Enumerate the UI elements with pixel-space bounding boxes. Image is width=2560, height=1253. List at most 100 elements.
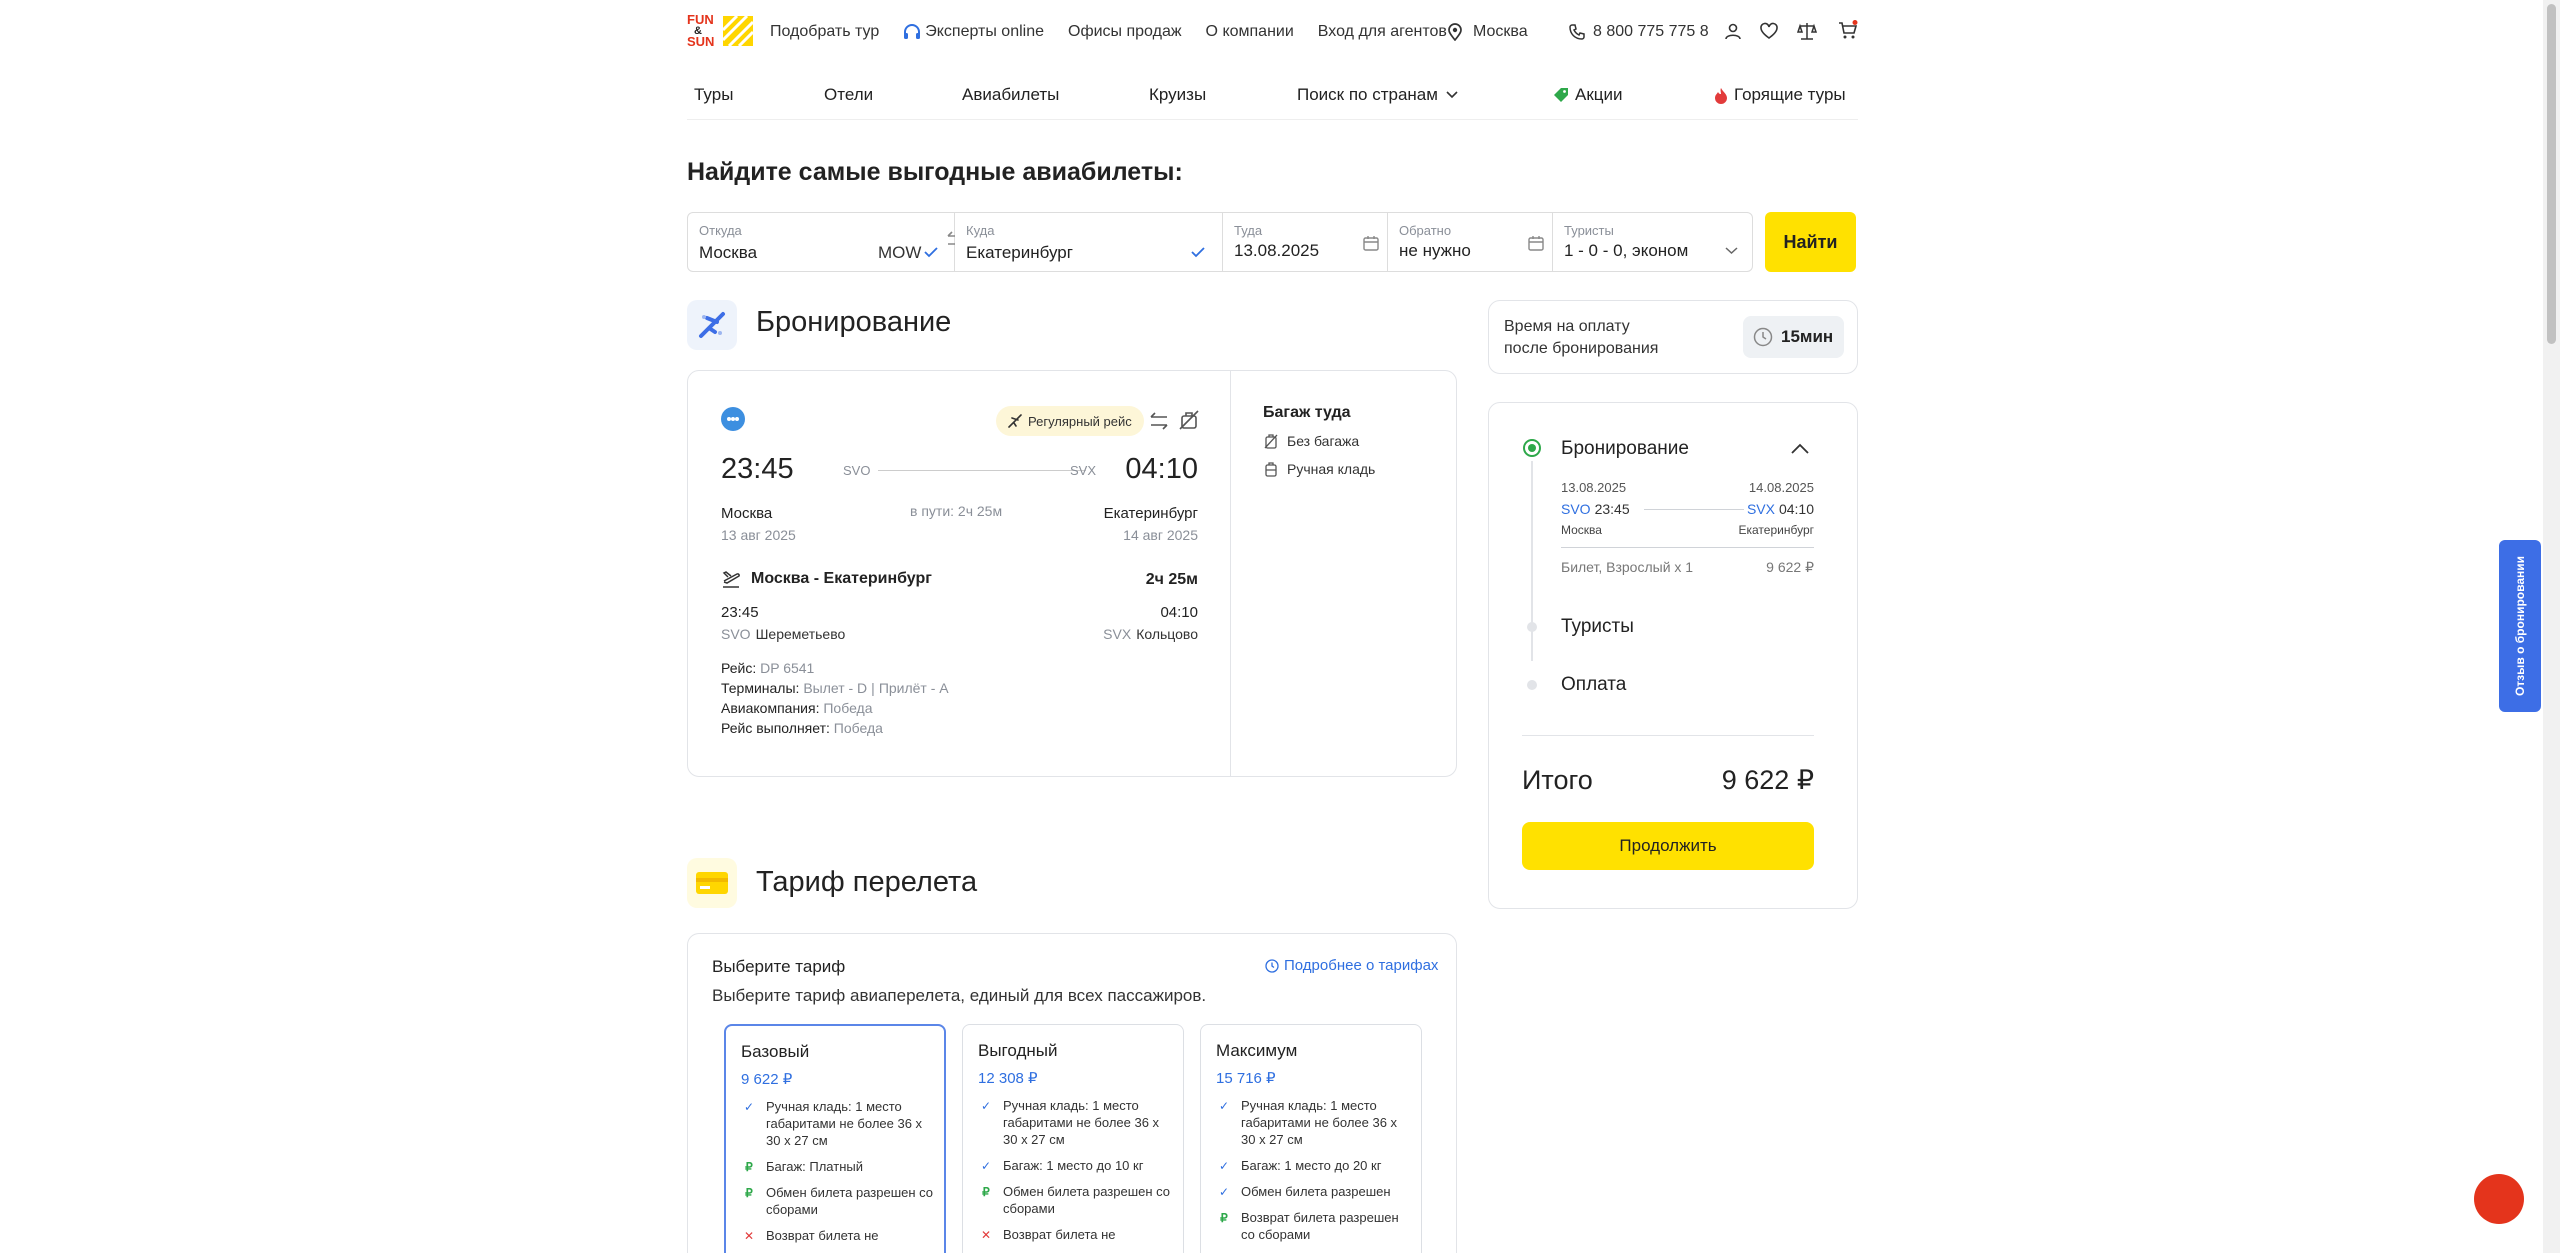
summary-arr-code: SVX xyxy=(1746,501,1775,517)
fare-name: Выгодный xyxy=(978,1041,1058,1060)
secnav-promo[interactable]: Акции xyxy=(1553,85,1623,105)
fare-card-maximum[interactable]: Максимум 15 716 ₽ ✓ Ручная кладь: 1 место… xyxy=(1200,1024,1422,1253)
fare-feature: ✕ Возврат билета не xyxy=(978,1226,1173,1243)
scrollbar-track[interactable] xyxy=(2543,0,2560,1253)
secnav-tours[interactable]: Туры xyxy=(694,85,733,105)
from-value: Москва xyxy=(699,243,758,262)
depart-date-field[interactable]: Туда 13.08.2025 xyxy=(1223,212,1388,272)
fare-name: Максимум xyxy=(1216,1041,1298,1060)
airplane-sparkle-icon xyxy=(699,312,725,338)
cart-icon[interactable] xyxy=(1838,20,1858,40)
top-nav: Подобрать тур Эксперты online Офисы прод… xyxy=(770,20,1447,44)
operator-row: Рейс выполняет: Победа xyxy=(721,718,949,738)
cross-icon: ✕ xyxy=(743,1229,755,1243)
fare-name: Базовый xyxy=(741,1042,810,1061)
secnav-promo-label: Акции xyxy=(1575,85,1623,104)
takeoff-icon xyxy=(722,571,740,588)
user-icon[interactable] xyxy=(1724,22,1742,40)
continue-button[interactable]: Продолжить xyxy=(1522,822,1814,870)
no-baggage-icon xyxy=(1264,434,1278,449)
timer-label-line1: Время на оплату xyxy=(1504,318,1630,335)
arrival-date: 14 авг 2025 xyxy=(1123,527,1198,543)
nav-agents[interactable]: Вход для агентов xyxy=(1318,23,1447,41)
chevron-up-icon[interactable] xyxy=(1791,443,1809,454)
nav-experts-label[interactable]: Эксперты online xyxy=(925,23,1044,41)
card-divider xyxy=(1230,371,1231,776)
fare-feature-text: Возврат билета не xyxy=(1003,1227,1116,1242)
tariff-more-link[interactable]: Подробнее о тарифах xyxy=(1265,957,1438,974)
tourists-label: Туристы xyxy=(1564,223,1614,238)
check-icon: ✓ xyxy=(743,1100,755,1114)
tourists-field[interactable]: Туристы 1 - 0 - 0, эконом xyxy=(1553,212,1753,272)
secnav-countries-label: Поиск по странам xyxy=(1297,85,1438,104)
search-button[interactable]: Найти xyxy=(1765,212,1856,272)
step-dot xyxy=(1527,680,1537,690)
terminals-label: Терминалы: xyxy=(721,680,800,696)
terminals-row: Терминалы: Вылет - D | Прилёт - A xyxy=(721,678,949,698)
check-icon xyxy=(1191,247,1205,258)
depart-label: Туда xyxy=(1234,223,1263,238)
phone-link[interactable]: 8 800 775 775 8 xyxy=(1569,20,1709,44)
to-field[interactable]: Куда Екатеринбург xyxy=(955,212,1223,272)
secnav-hotels[interactable]: Отели xyxy=(824,85,873,105)
fare-feature-text: Возврат билета разрешен со сборами xyxy=(1241,1210,1399,1242)
nav-about[interactable]: О компании xyxy=(1206,23,1294,41)
fare-feature-text: Ручная кладь: 1 место габаритами не боле… xyxy=(1003,1098,1160,1147)
fare-price: 15 716 ₽ xyxy=(1216,1070,1276,1087)
fare-feature: ✓ Ручная кладь: 1 место габаритами не бол… xyxy=(1216,1097,1411,1148)
segment-route-label: Москва - Екатеринбург xyxy=(751,570,932,587)
to-label: Куда xyxy=(966,223,995,238)
fare-feature: ✓ Багаж: 1 место до 10 кг xyxy=(978,1157,1173,1174)
segment-arr-airport: Кольцово xyxy=(1136,626,1198,642)
secnav-cruises[interactable]: Круизы xyxy=(1149,85,1206,105)
fare-feature-text: Ручная кладь: 1 место габаритами не боле… xyxy=(1241,1098,1398,1147)
regular-flight-label: Регулярный рейс xyxy=(1028,413,1132,429)
nav-pick-tour[interactable]: Подобрать тур xyxy=(770,23,879,41)
ruble-icon: ₽ xyxy=(982,1185,990,1199)
logo-text-2: SUN xyxy=(687,34,715,49)
secnav-avia[interactable]: Авиабилеты xyxy=(962,85,1059,105)
fare-feature: ✓ Обмен билета разрешен xyxy=(1216,1183,1411,1200)
departure-code: SVO xyxy=(843,463,871,478)
chat-button[interactable] xyxy=(2474,1174,2524,1224)
tariff-more-label: Подробнее о тарифах xyxy=(1284,957,1439,974)
fare-feature-text: Багаж: Платный xyxy=(766,1159,863,1174)
heart-icon[interactable] xyxy=(1760,22,1778,40)
step-dot xyxy=(1527,622,1537,632)
location-pin-icon xyxy=(1448,23,1462,41)
segment-arrival-airport: SVX Кольцово xyxy=(1018,626,1198,642)
nav-experts[interactable]: Эксперты online xyxy=(903,23,1044,41)
logo[interactable]: FUN & SUN xyxy=(687,13,757,50)
operator-value: Победа xyxy=(833,720,883,736)
fare-card-profitable[interactable]: Выгодный 12 308 ₽ ✓ Ручная кладь: 1 место… xyxy=(962,1024,1184,1253)
summary-divider xyxy=(1561,547,1814,548)
fare-card-basic[interactable]: Базовый 9 622 ₽ ✓ Ручная кладь: 1 место г… xyxy=(724,1024,946,1253)
regular-flight-badge: Регулярный рейс xyxy=(996,406,1144,436)
fire-icon xyxy=(1715,87,1727,104)
tariff-subtitle: Выберите тариф авиаперелета, единый для … xyxy=(712,986,1207,1005)
secnav-hot[interactable]: Горящие туры xyxy=(1714,85,1846,105)
flight-card: Регулярный рейс 23:45 SVO SVX 04:10 Моск… xyxy=(687,370,1457,777)
phone-icon xyxy=(1569,24,1585,40)
nav-offices[interactable]: Офисы продаж xyxy=(1068,23,1182,41)
segment-departure-time: 23:45 xyxy=(721,604,759,621)
no-baggage-icon xyxy=(1179,410,1199,430)
feedback-tab[interactable]: Отзыв о бронировании xyxy=(2499,540,2541,712)
summary-arrival: SVX 04:10 xyxy=(1719,501,1814,517)
depart-value: 13.08.2025 xyxy=(1234,241,1320,260)
city-selector[interactable]: Москва xyxy=(1447,20,1528,44)
step-tourists-title: Туристы xyxy=(1561,616,1634,637)
scrollbar-thumb[interactable] xyxy=(2547,4,2556,344)
check-icon: ✓ xyxy=(1218,1185,1230,1199)
from-field[interactable]: Откуда Москва MOW xyxy=(687,212,955,272)
fare-feature: ₽ Обмен билета разрешен со сборами xyxy=(978,1183,1173,1217)
transfer-icon xyxy=(1150,412,1168,430)
segment-departure-airport: SVO Шереметьево xyxy=(721,626,845,642)
top-header: FUN & SUN Подобрать тур Эксперты online … xyxy=(687,0,1858,62)
return-date-field[interactable]: Обратно не нужно xyxy=(1388,212,1553,272)
phone-number: 8 800 775 775 8 xyxy=(1593,23,1709,40)
compare-scales-icon[interactable] xyxy=(1797,22,1817,40)
hand-luggage-row: Ручная кладь xyxy=(1264,461,1375,477)
secnav-countries[interactable]: Поиск по странам xyxy=(1297,85,1458,105)
segment-arr-code: SVX xyxy=(1103,626,1132,642)
